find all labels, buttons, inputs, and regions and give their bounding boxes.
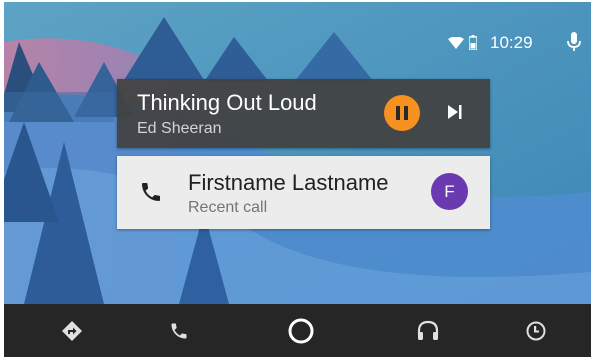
nav-exit-button[interactable] (506, 304, 566, 357)
status-bar: 10:29 (391, 24, 591, 60)
nav-audio-button[interactable] (398, 304, 458, 357)
exit-icon (526, 321, 546, 340)
skip-next-icon[interactable] (445, 102, 465, 122)
track-title: Thinking Out Loud (137, 90, 317, 115)
nav-phone-button[interactable] (149, 304, 209, 357)
now-playing-card[interactable]: Thinking Out Loud Ed Sheeran (117, 79, 490, 148)
phone-icon (142, 183, 160, 201)
nav-home-button[interactable] (271, 304, 331, 357)
track-artist: Ed Sheeran (137, 120, 222, 137)
android-auto-screen: 10:29 Thinking Out Loud Ed Sheeran First… (4, 2, 591, 357)
wifi-icon (448, 37, 464, 49)
navigation-icon (62, 320, 82, 341)
pause-icon (396, 106, 400, 120)
battery-icon (469, 35, 477, 50)
phone-icon (171, 323, 187, 338)
caller-name: Firstname Lastname (188, 170, 389, 195)
home-icon (288, 318, 314, 343)
headphones-icon (417, 320, 439, 340)
pause-button[interactable] (384, 95, 420, 131)
clock: 10:29 (490, 33, 533, 52)
recent-call-card[interactable]: Firstname Lastname Recent call F (117, 156, 490, 229)
mic-icon[interactable] (567, 32, 581, 52)
call-subtitle: Recent call (188, 199, 268, 216)
bottom-nav-bar (4, 304, 591, 357)
nav-maps-button[interactable] (42, 304, 102, 357)
avatar: F (431, 173, 468, 210)
